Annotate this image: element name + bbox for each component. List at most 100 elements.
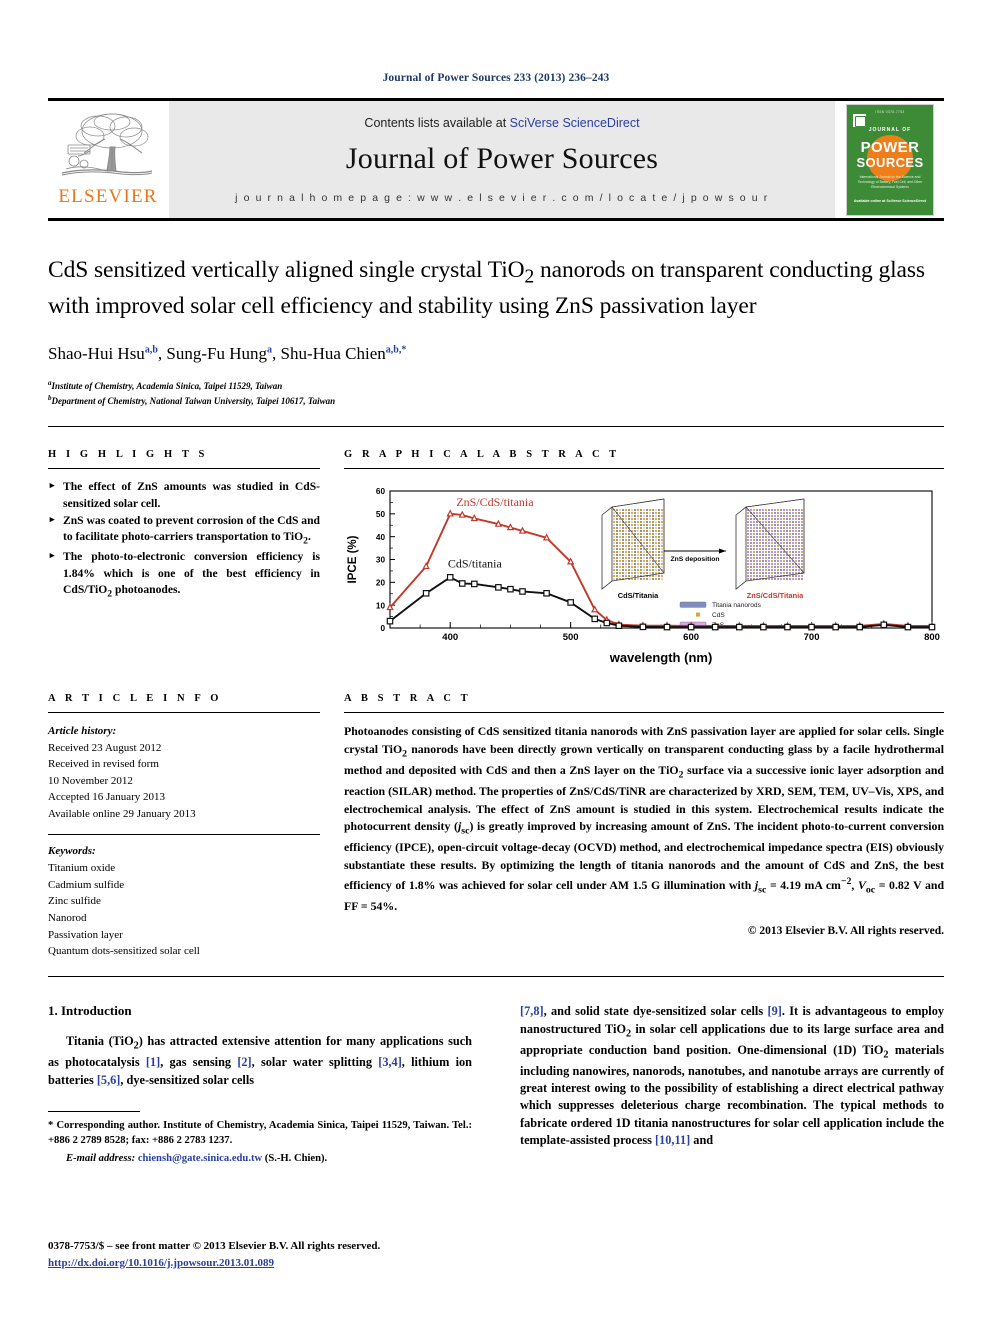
history-item: Received in revised form (48, 758, 159, 771)
article-info-column: A R T I C L E I N F O Article history: R… (48, 671, 320, 960)
svg-text:0: 0 (380, 624, 385, 633)
highlights-rule (48, 468, 320, 470)
cover-art: ISSN 0378-7753 JOURNAL OF POWER SOURCES … (846, 103, 934, 216)
contents-prefix: Contents lists available at (364, 115, 510, 130)
affiliation-text: Department of Chemistry, National Taiwan… (51, 396, 336, 407)
cover-subtitle: International Journal on the Science and… (857, 174, 923, 189)
article-page: Journal of Power Sources 233 (2013) 236–… (0, 0, 992, 1323)
affiliation: bDepartment of Chemistry, National Taiwa… (48, 393, 944, 408)
journal-cover-thumbnail: ISSN 0378-7753 JOURNAL OF POWER SOURCES … (836, 101, 944, 218)
keyword: Titanium oxide (48, 861, 116, 874)
graphical-abstract-figure: 0 10 20 30 40 50 60 400 500 600 700 800 wavelength (… (344, 479, 944, 671)
email-label: E-mail address: (66, 1152, 136, 1164)
svg-text:20: 20 (376, 579, 386, 588)
svg-text:30: 30 (376, 556, 386, 565)
svg-text:Titania nanorods: Titania nanorods (712, 602, 762, 609)
keywords-block: Keywords: Titanium oxide Cadmium sulfide… (48, 843, 320, 960)
citation-ref[interactable]: [3,4] (378, 1055, 402, 1069)
graphical-abstract-rule (344, 468, 944, 470)
keyword: Nanorod (48, 911, 87, 924)
issn-copyright-block: 0378-7753/$ – see front matter © 2013 El… (48, 1238, 488, 1271)
copyright-line: © 2013 Elsevier B.V. All rights reserved… (747, 925, 944, 938)
doi-link[interactable]: http://dx.doi.org/10.1016/j.jpowsour.201… (48, 1257, 274, 1269)
intro-paragraph-right: [7,8], and solid state dye-sensitized so… (520, 1004, 945, 1148)
journal-homepage[interactable]: j o u r n a l h o m e p a g e : w w w . … (235, 192, 769, 204)
svg-text:wavelength (nm): wavelength (nm) (609, 650, 713, 665)
sciencedirect-link[interactable]: SciVerse ScienceDirect (510, 116, 640, 130)
author-name: Sung-Fu Hung (166, 343, 267, 363)
highlights-heading: H I G H L I G H T S (48, 449, 208, 461)
svg-text:ZnS/CdS/Titania: ZnS/CdS/Titania (747, 591, 804, 600)
abstract-heading: A B S T R A C T (344, 693, 472, 705)
abstract-text: Photoanodes consisting of CdS sensitized… (344, 724, 945, 913)
affiliation: aInstitute of Chemistry, Academia Sinica… (48, 378, 944, 393)
citation-ref[interactable]: [9] (767, 1004, 781, 1018)
section-heading-introduction: 1. Introduction (48, 1003, 132, 1019)
keyword: Quantum dots-sensitized solar cell (48, 945, 200, 958)
body-column-right: [7,8], and solid state dye-sensitized so… (520, 1003, 944, 1166)
elsevier-tree-icon (61, 113, 153, 176)
cover-journal-of: JOURNAL OF (868, 126, 912, 133)
contents-line: Contents lists available at SciVerse Sci… (364, 116, 639, 130)
graphical-abstract-heading: G R A P H I C A L A B S T R A C T (344, 449, 620, 461)
author-mark: a,b,* (385, 344, 407, 356)
svg-text:500: 500 (563, 632, 579, 643)
graphical-abstract-column: G R A P H I C A L A B S T R A C T 0 10 20 3… (344, 427, 944, 671)
elsevier-wordmark: ELSEVIER (58, 186, 158, 207)
svg-text:CdS: CdS (712, 612, 725, 619)
svg-text:CdS/titania: CdS/titania (448, 557, 503, 571)
cover-footer: Available online at SciVerse ScienceDire… (853, 198, 927, 203)
articleinfo-abstract-row: A R T I C L E I N F O Article history: R… (48, 671, 944, 960)
list-item: ZnS was coated to prevent corrosion of t… (48, 513, 320, 548)
citation-ref[interactable]: [1] (146, 1055, 160, 1069)
masthead-center: Contents lists available at SciVerse Sci… (168, 101, 836, 218)
svg-text:50: 50 (376, 510, 386, 519)
svg-text:IPCE (%): IPCE (%) (347, 535, 359, 583)
svg-text:40: 40 (376, 533, 386, 542)
citation-ref[interactable]: [10,11] (655, 1133, 690, 1147)
svg-text:10: 10 (376, 601, 386, 610)
list-item: The photo-to-electronic conversion effic… (48, 549, 320, 601)
article-info-heading: A R T I C L E I N F O (48, 693, 223, 705)
author-mark: a,b (144, 344, 158, 356)
corresponding-author-footnote: * Corresponding author. Institute of Che… (48, 1118, 472, 1166)
citation-ref[interactable]: [5,6] (97, 1073, 121, 1087)
history-item: Received 23 August 2012 (48, 741, 162, 754)
running-head: Journal of Power Sources 233 (2013) 236–… (382, 72, 610, 84)
svg-text:ZnS/CdS/titania: ZnS/CdS/titania (456, 495, 534, 509)
svg-text:400: 400 (442, 632, 458, 643)
svg-text:60: 60 (376, 487, 386, 496)
svg-text:ZnS deposition: ZnS deposition (670, 556, 719, 563)
citation-ref[interactable]: [2] (237, 1055, 251, 1069)
svg-text:700: 700 (804, 632, 820, 643)
highlights-column: H I G H L I G H T S The effect of ZnS am… (48, 427, 320, 671)
history-item: 10 November 2012 (48, 774, 133, 787)
corresponding-author-text: * Corresponding author. Institute of Che… (48, 1120, 472, 1147)
author-list: Shao-Hui Hsua,b, Sung-Fu Hunga, Shu-Hua … (48, 343, 407, 363)
affiliation-text: Institute of Chemistry, Academia Sinica,… (51, 380, 283, 391)
citation-ref[interactable]: [7,8] (520, 1004, 544, 1018)
cover-elsevier-icon (853, 113, 866, 127)
author-name: Shu-Hua Chien (280, 343, 386, 363)
highlights-list: The effect of ZnS amounts was studied in… (48, 479, 320, 601)
journal-masthead: ELSEVIER Contents lists available at Sci… (48, 98, 944, 221)
author-name: Shao-Hui Hsu (48, 343, 145, 363)
intro-paragraph-left: Titania (TiO2) has attracted extensive a… (48, 1034, 472, 1087)
abstract-rule (344, 712, 944, 714)
journal-title: Journal of Power Sources (345, 141, 659, 175)
svg-text:600: 600 (683, 632, 699, 643)
ipce-chart: 0 10 20 30 40 50 60 400 500 600 700 800 wavelength (… (347, 487, 940, 665)
body-column-left: 1. Introduction Titania (TiO2) has attra… (48, 1003, 472, 1166)
history-label: Article history: (48, 725, 117, 738)
article-info-rule (48, 712, 320, 714)
svg-text:800: 800 (924, 632, 940, 643)
keyword: Zinc sulfide (48, 895, 101, 908)
abstract-column: A B S T R A C T Photoanodes consisting o… (344, 671, 944, 960)
email-link[interactable]: chiensh@gate.sinica.edu.tw (138, 1153, 262, 1164)
history-item: Accepted 16 January 2013 (48, 791, 165, 804)
article-history: Article history: Received 23 August 2012… (48, 723, 320, 822)
list-item: The effect of ZnS amounts was studied in… (48, 479, 320, 512)
cover-sources-word: SOURCES (856, 154, 924, 170)
keyword: Passivation layer (48, 928, 123, 941)
keywords-rule (48, 834, 320, 836)
